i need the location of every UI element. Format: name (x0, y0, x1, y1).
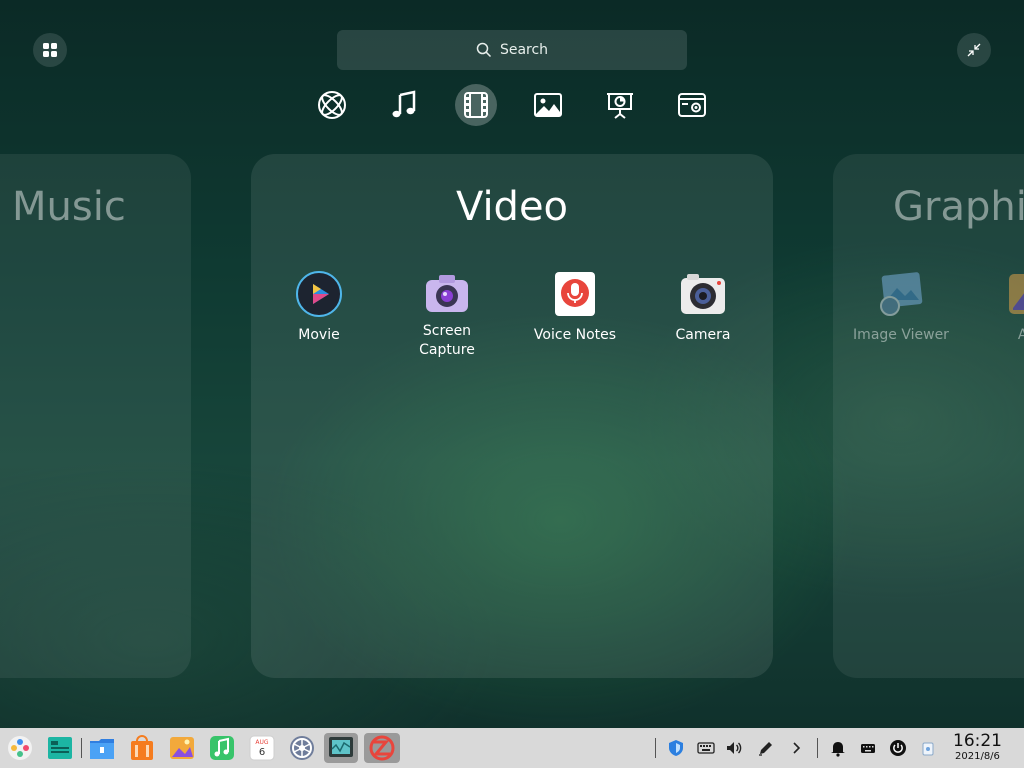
expand-tray-button[interactable] (787, 739, 805, 757)
network-icon (318, 91, 346, 119)
clock-time[interactable]: 16:21 (953, 731, 1002, 751)
trash-icon (922, 742, 934, 756)
calendar-button[interactable]: AUG 6 (247, 733, 277, 763)
chevron-right-icon (793, 742, 801, 754)
keyboard-small-icon (861, 744, 875, 753)
volume-tray-button[interactable] (725, 739, 743, 757)
app-camera[interactable]: Camera (648, 270, 758, 345)
panel-title: Music (12, 184, 126, 230)
launcher-button[interactable] (5, 733, 35, 763)
bell-icon (831, 742, 845, 757)
search-placeholder: Search (499, 42, 549, 58)
multitask-view-button[interactable] (45, 733, 75, 763)
pen-icon (759, 742, 772, 756)
category-music[interactable] (383, 84, 425, 126)
volume-icon (727, 742, 742, 754)
security-tray-button[interactable] (667, 739, 685, 757)
app-label: Alb (1017, 327, 1024, 343)
album-app-icon (1005, 270, 1024, 318)
app-label: Movie (298, 327, 340, 343)
app-store-button[interactable] (127, 733, 157, 763)
film-icon (464, 92, 488, 118)
search-icon (476, 42, 491, 58)
calendar-month: AUG (255, 739, 268, 746)
keyboard-icon (697, 742, 715, 754)
calendar-icon: AUG 6 (249, 735, 275, 761)
app-label: Camera (675, 327, 731, 343)
clock-date[interactable]: 2021/8/6 (955, 751, 1000, 762)
app-label: Voice Notes (533, 327, 617, 343)
file-manager-button[interactable] (87, 733, 117, 763)
category-panel-video: Video Movie Screen Capture Voice Notes C… (251, 154, 773, 678)
category-system[interactable] (671, 84, 713, 126)
panel-title: Graphic (893, 184, 1024, 230)
album-taskbar-button[interactable] (167, 733, 197, 763)
presentation-icon (607, 93, 633, 119)
category-office[interactable] (599, 84, 641, 126)
photo-icon (170, 737, 194, 759)
app-label: Screen Capture (419, 323, 475, 358)
exit-fullscreen-button[interactable] (957, 33, 991, 67)
collapse-icon (967, 43, 981, 57)
app-album[interactable]: Alb (974, 270, 1024, 345)
multitask-icon (48, 737, 72, 759)
music-note-icon (392, 90, 416, 118)
category-panel-music[interactable]: Music (0, 154, 191, 678)
shield-icon (669, 740, 683, 756)
screen-capture-icon (369, 735, 395, 761)
tray-separator (817, 738, 818, 758)
panel-title: Video (455, 184, 569, 230)
control-center-button[interactable] (287, 733, 317, 763)
launcher-mode-button[interactable] (33, 33, 67, 67)
category-graphics[interactable] (527, 84, 569, 126)
tray-separator (655, 738, 656, 758)
power-button[interactable] (889, 739, 907, 757)
settings-gear-icon (290, 736, 314, 760)
taskbar-separator (81, 738, 82, 758)
notifications-button[interactable] (829, 739, 847, 757)
system-monitor-button[interactable] (324, 733, 358, 763)
image-viewer-app-icon (877, 270, 925, 318)
image-icon (534, 93, 562, 117)
power-icon (890, 740, 906, 756)
trash-button[interactable] (919, 739, 937, 757)
category-video[interactable] (455, 84, 497, 126)
app-label: Image Viewer (853, 327, 949, 343)
category-network[interactable] (311, 84, 353, 126)
folder-icon (90, 739, 114, 759)
voice-notes-app-icon (551, 270, 599, 318)
grid-icon (43, 43, 57, 57)
music-player-icon (210, 736, 234, 760)
search-input[interactable]: Search (337, 30, 687, 70)
category-panel-graphics[interactable]: Graphic Image Viewer Alb (833, 154, 1024, 678)
screen-capture-app-icon (423, 270, 471, 318)
keyboard-tray-button[interactable] (697, 739, 715, 757)
calendar-day: 6 (259, 747, 265, 758)
window-settings-icon (678, 93, 706, 117)
launcher-icon (8, 736, 32, 760)
music-taskbar-button[interactable] (207, 733, 237, 763)
app-voice-notes[interactable]: Voice Notes (520, 270, 630, 345)
app-movie[interactable]: Movie (264, 270, 374, 345)
app-screen-capture[interactable]: Screen Capture (392, 270, 502, 360)
taskbar: AUG 6 (0, 728, 1024, 768)
system-monitor-icon (329, 737, 353, 757)
camera-app-icon (679, 270, 727, 318)
screen-recorder-button[interactable] (364, 733, 400, 763)
onscreen-keyboard-button[interactable] (859, 739, 877, 757)
app-image-viewer[interactable]: Image Viewer (846, 270, 956, 345)
pen-tray-button[interactable] (757, 739, 775, 757)
movie-app-icon (295, 270, 343, 318)
shopping-bag-icon (131, 735, 153, 760)
